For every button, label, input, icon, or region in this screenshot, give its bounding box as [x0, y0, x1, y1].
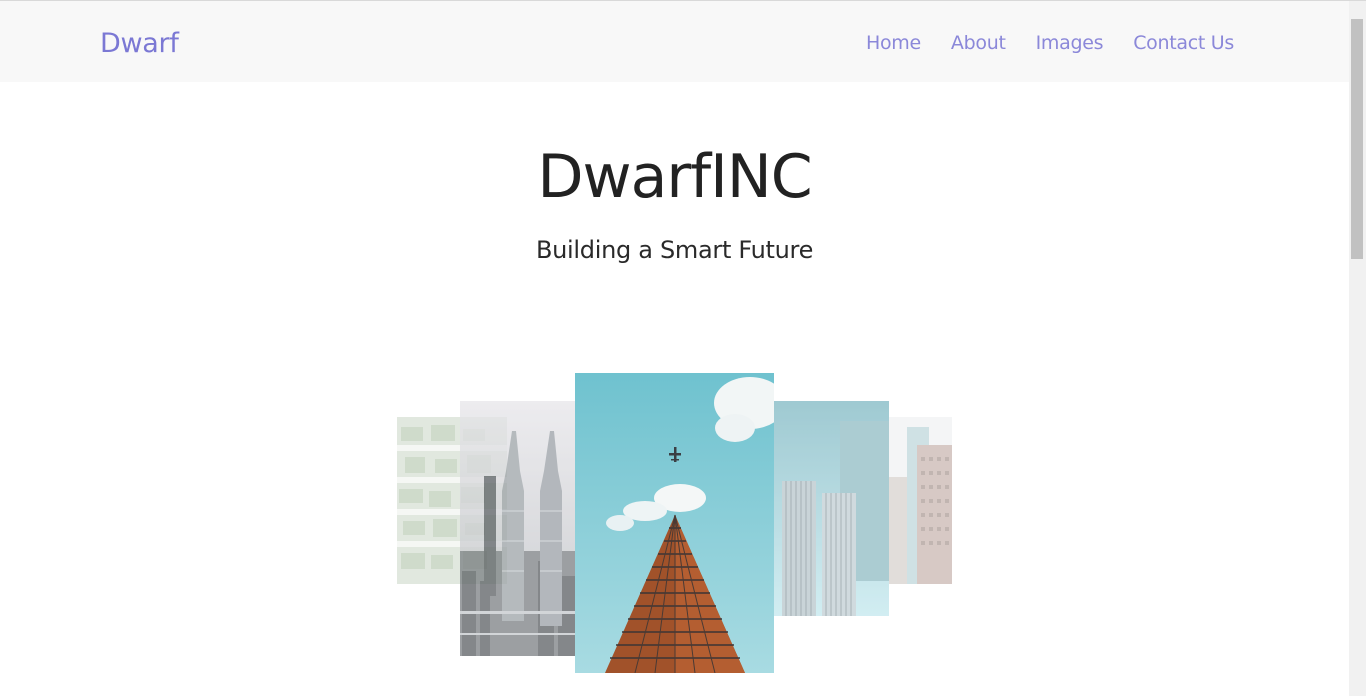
image-carousel	[0, 0, 1349, 696]
vertical-scrollbar[interactable]	[1349, 1, 1366, 696]
gallery-image-twin-towers[interactable]	[460, 401, 575, 656]
scrollbar-thumb[interactable]	[1351, 19, 1363, 259]
gallery-image-skyscraper[interactable]	[575, 373, 774, 673]
page: Dwarf Home About Images Contact Us Dwarf…	[0, 0, 1366, 696]
gallery-image-glass-towers[interactable]	[774, 401, 889, 616]
gallery-image-city-buildings[interactable]	[889, 417, 952, 584]
